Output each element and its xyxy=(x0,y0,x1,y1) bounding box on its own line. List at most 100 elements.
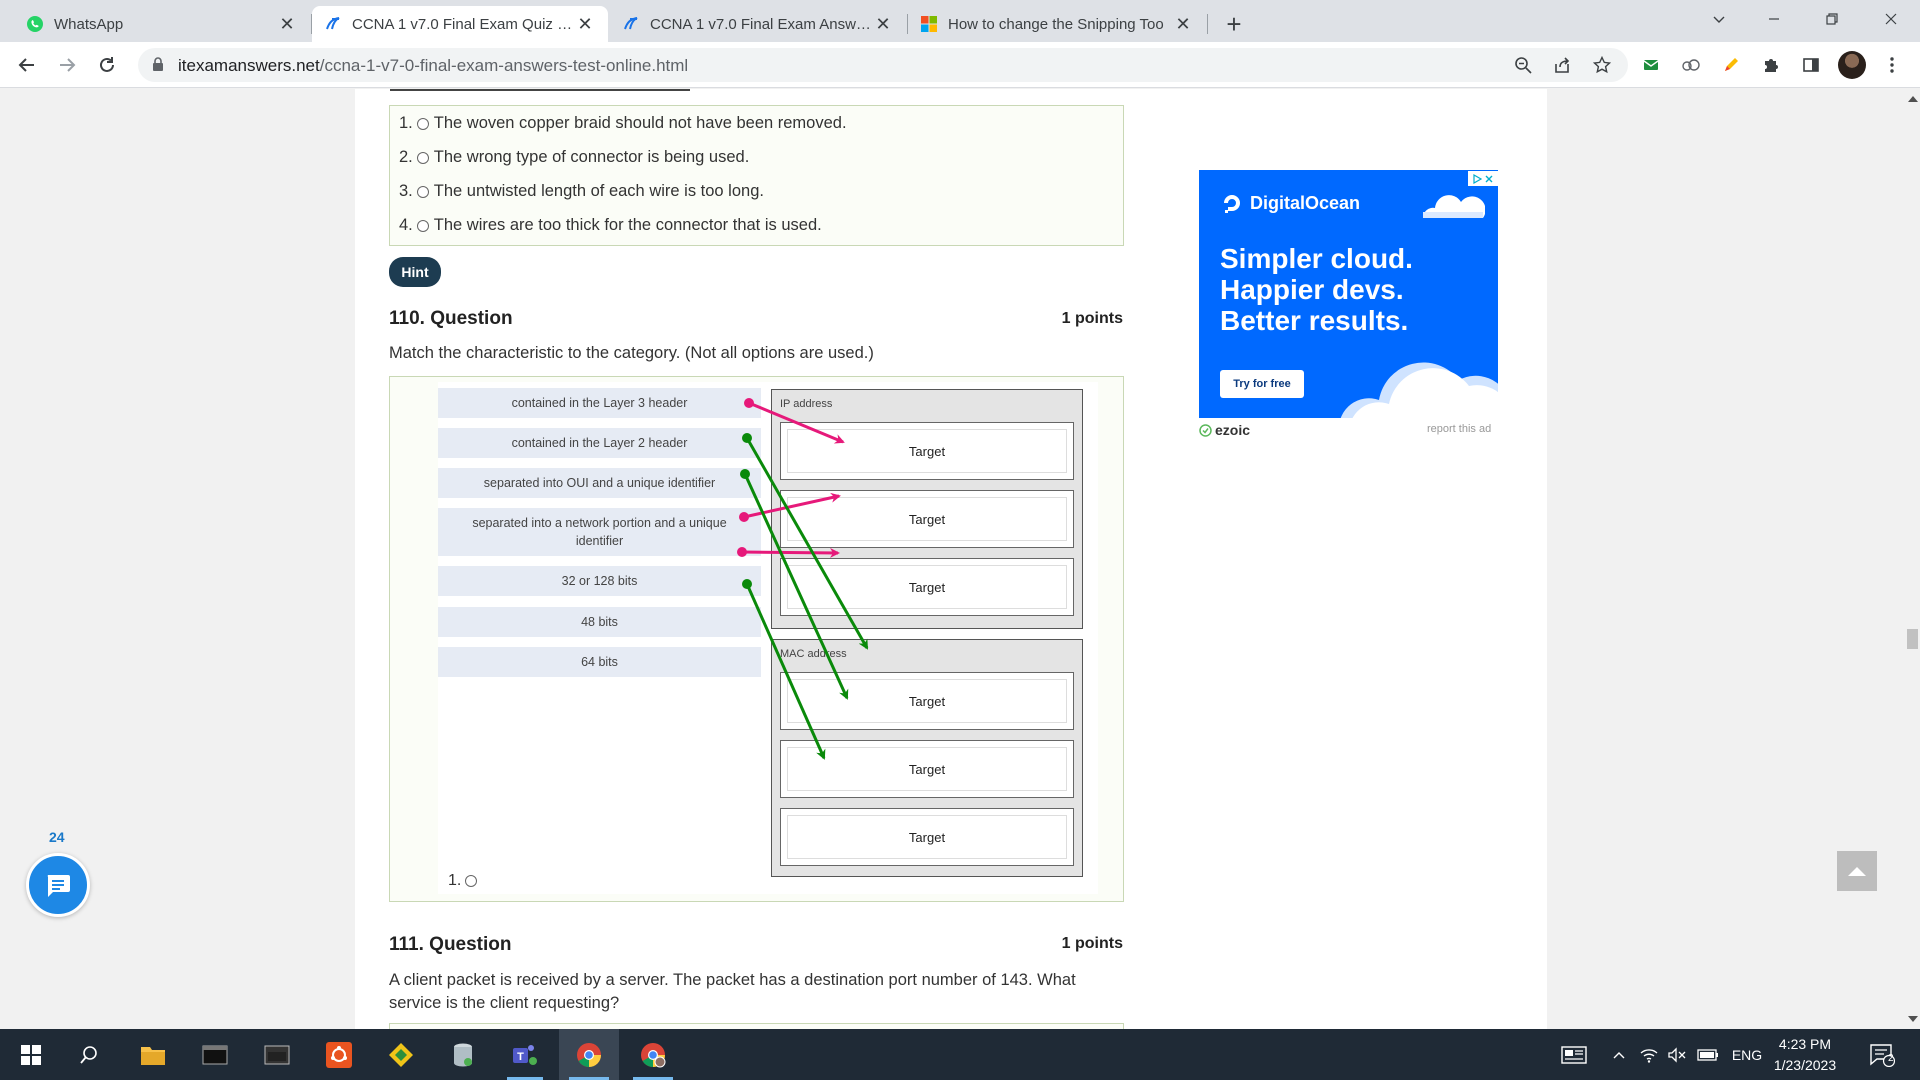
radio-button[interactable] xyxy=(416,151,429,164)
close-icon[interactable]: ✕ xyxy=(574,13,596,35)
question-points: 1 points xyxy=(1061,310,1123,327)
radio-button[interactable] xyxy=(416,219,429,232)
question-text: service is the client requesting? xyxy=(389,994,620,1012)
arrow-line xyxy=(745,437,869,650)
scrollbar-thumb[interactable] xyxy=(1907,629,1918,649)
database-icon xyxy=(454,1043,472,1066)
answers-list: 1. The woven copper braid should not have… xyxy=(389,105,1124,246)
radio-button[interactable] xyxy=(416,185,429,198)
scroll-up-arrow[interactable] xyxy=(1908,96,1918,102)
pen-extension-icon[interactable] xyxy=(1716,50,1746,80)
url-path: /ccna-1-v7-0-final-exam-answers-test-onl… xyxy=(319,56,689,75)
answer-option[interactable]: 4. The wires are too thick for the connec… xyxy=(399,216,822,235)
notification-count: 2 xyxy=(1888,1053,1894,1064)
arrow-line xyxy=(745,583,826,760)
advertisement[interactable]: DigitalOcean Simpler cloud. Happier devs… xyxy=(1199,170,1498,418)
battery-icon[interactable] xyxy=(1694,1029,1722,1080)
taskbar-git[interactable] xyxy=(373,1029,429,1080)
search-button[interactable] xyxy=(61,1029,117,1080)
tab-title: WhatsApp xyxy=(54,15,124,33)
taskbar-chrome-profile[interactable] xyxy=(623,1029,683,1080)
answer-option[interactable]: 1. xyxy=(448,872,482,890)
close-icon[interactable]: ✕ xyxy=(1172,13,1194,35)
extensions-puzzle-icon[interactable] xyxy=(1756,50,1786,80)
notifications-button[interactable]: 2 xyxy=(1862,1029,1902,1080)
system-clock[interactable]: 4:23 PM 1/23/2023 xyxy=(1770,1034,1840,1076)
address-bar[interactable]: itexamanswers.net/ccna-1-v7-0-final-exam… xyxy=(138,48,1628,82)
mail-extension-icon[interactable] xyxy=(1636,50,1666,80)
lock-icon[interactable] xyxy=(152,57,164,77)
microsoft-icon xyxy=(920,15,938,33)
terminal-icon xyxy=(202,1045,228,1064)
ezoic-label: ezoic xyxy=(1215,422,1251,438)
scroll-to-top-button[interactable] xyxy=(1837,851,1877,891)
side-panel-icon[interactable] xyxy=(1796,50,1826,80)
scroll-down-arrow[interactable] xyxy=(1908,1016,1918,1022)
ubuntu-icon xyxy=(326,1041,352,1068)
tray-overflow-chevron-icon[interactable] xyxy=(1606,1029,1632,1080)
answer-text: The untwisted length of each wire is too… xyxy=(433,182,764,200)
ezoic-badge[interactable]: ezoic xyxy=(1199,422,1250,438)
radio-button[interactable] xyxy=(416,117,429,130)
language-indicator[interactable]: ENG xyxy=(1726,1029,1768,1080)
bookmark-star-icon[interactable] xyxy=(1587,50,1617,80)
tab-ccna-quiz[interactable]: CCNA 1 v7.0 Final Exam Quiz – Te ✕ xyxy=(312,6,608,42)
cloud-extension-icon[interactable] xyxy=(1676,50,1706,80)
answer-option[interactable]: 2. The wrong type of connector is being u… xyxy=(399,148,749,167)
chrome-icon xyxy=(641,1042,666,1067)
wifi-icon[interactable] xyxy=(1636,1029,1662,1080)
answer-option[interactable]: 3. The untwisted length of each wire is t… xyxy=(399,182,764,201)
profile-avatar[interactable] xyxy=(1838,51,1866,79)
taskbar-teams[interactable]: T xyxy=(497,1029,553,1080)
question-exhibit-box: contained in the Layer 3 header containe… xyxy=(389,376,1124,902)
tab-whatsapp[interactable]: WhatsApp ✕ xyxy=(14,6,310,42)
taskbar-chrome[interactable] xyxy=(559,1029,619,1080)
taskbar-ubuntu[interactable] xyxy=(311,1029,367,1080)
reload-button[interactable] xyxy=(92,50,122,80)
minimize-button[interactable] xyxy=(1751,0,1797,38)
news-widget-icon[interactable] xyxy=(1554,1029,1594,1080)
arrow-line xyxy=(748,401,845,444)
question-points: 1 points xyxy=(1061,935,1123,952)
browser-toolbar: itexamanswers.net/ccna-1-v7-0-final-exam… xyxy=(0,42,1920,88)
itexam-icon xyxy=(324,15,342,33)
ad-cta-button[interactable]: Try for free xyxy=(1220,370,1304,398)
chat-button[interactable] xyxy=(26,853,90,917)
vertical-scrollbar[interactable] xyxy=(1905,89,1920,1029)
url-text[interactable]: itexamanswers.net/ccna-1-v7-0-final-exam… xyxy=(178,56,688,76)
taskbar-terminal[interactable] xyxy=(187,1029,243,1080)
answer-text: The woven copper braid should not have b… xyxy=(433,114,847,132)
taskbar-file-explorer[interactable] xyxy=(125,1029,181,1080)
answer-option[interactable]: 1. The woven copper braid should not have… xyxy=(399,114,847,133)
zoom-icon[interactable] xyxy=(1508,50,1538,80)
report-ad-link[interactable]: report this ad xyxy=(1427,423,1491,435)
radio-button[interactable] xyxy=(465,875,478,887)
adchoices-icon[interactable] xyxy=(1468,171,1498,186)
tab-ccna-answers[interactable]: CCNA 1 v7.0 Final Exam Answers ✕ xyxy=(610,6,906,42)
tab-search-button[interactable] xyxy=(1696,0,1742,38)
start-button[interactable] xyxy=(3,1029,59,1080)
kebab-menu-icon[interactable] xyxy=(1877,50,1907,80)
volume-muted-icon[interactable] xyxy=(1664,1029,1690,1080)
answer-arrows xyxy=(737,398,869,760)
windows-taskbar: T ENG 4:23 PM 1/23/2023 2 xyxy=(0,1029,1920,1080)
hint-button[interactable]: Hint xyxy=(389,257,441,287)
new-tab-button[interactable]: + xyxy=(1219,9,1249,39)
digitalocean-icon xyxy=(1221,192,1243,214)
share-icon[interactable] xyxy=(1547,50,1577,80)
close-window-button[interactable] xyxy=(1868,0,1914,38)
forward-button[interactable] xyxy=(52,50,82,80)
chat-bubble-icon xyxy=(47,875,70,897)
answer-number: 1. xyxy=(399,114,413,132)
matching-exhibit: contained in the Layer 3 header containe… xyxy=(438,382,1098,894)
cloud-illustration xyxy=(1422,195,1485,218)
close-icon[interactable]: ✕ xyxy=(872,13,894,35)
tab-strip: WhatsApp ✕ CCNA 1 v7.0 Final Exam Quiz –… xyxy=(0,0,1920,42)
taskbar-database-app[interactable] xyxy=(435,1029,491,1080)
restore-button[interactable] xyxy=(1809,0,1855,38)
back-button[interactable] xyxy=(12,50,42,80)
tab-snipping-tool[interactable]: How to change the Snipping Too ✕ xyxy=(908,6,1206,42)
search-icon xyxy=(80,1045,97,1064)
taskbar-app-window[interactable] xyxy=(249,1029,305,1080)
close-icon[interactable]: ✕ xyxy=(276,13,298,35)
